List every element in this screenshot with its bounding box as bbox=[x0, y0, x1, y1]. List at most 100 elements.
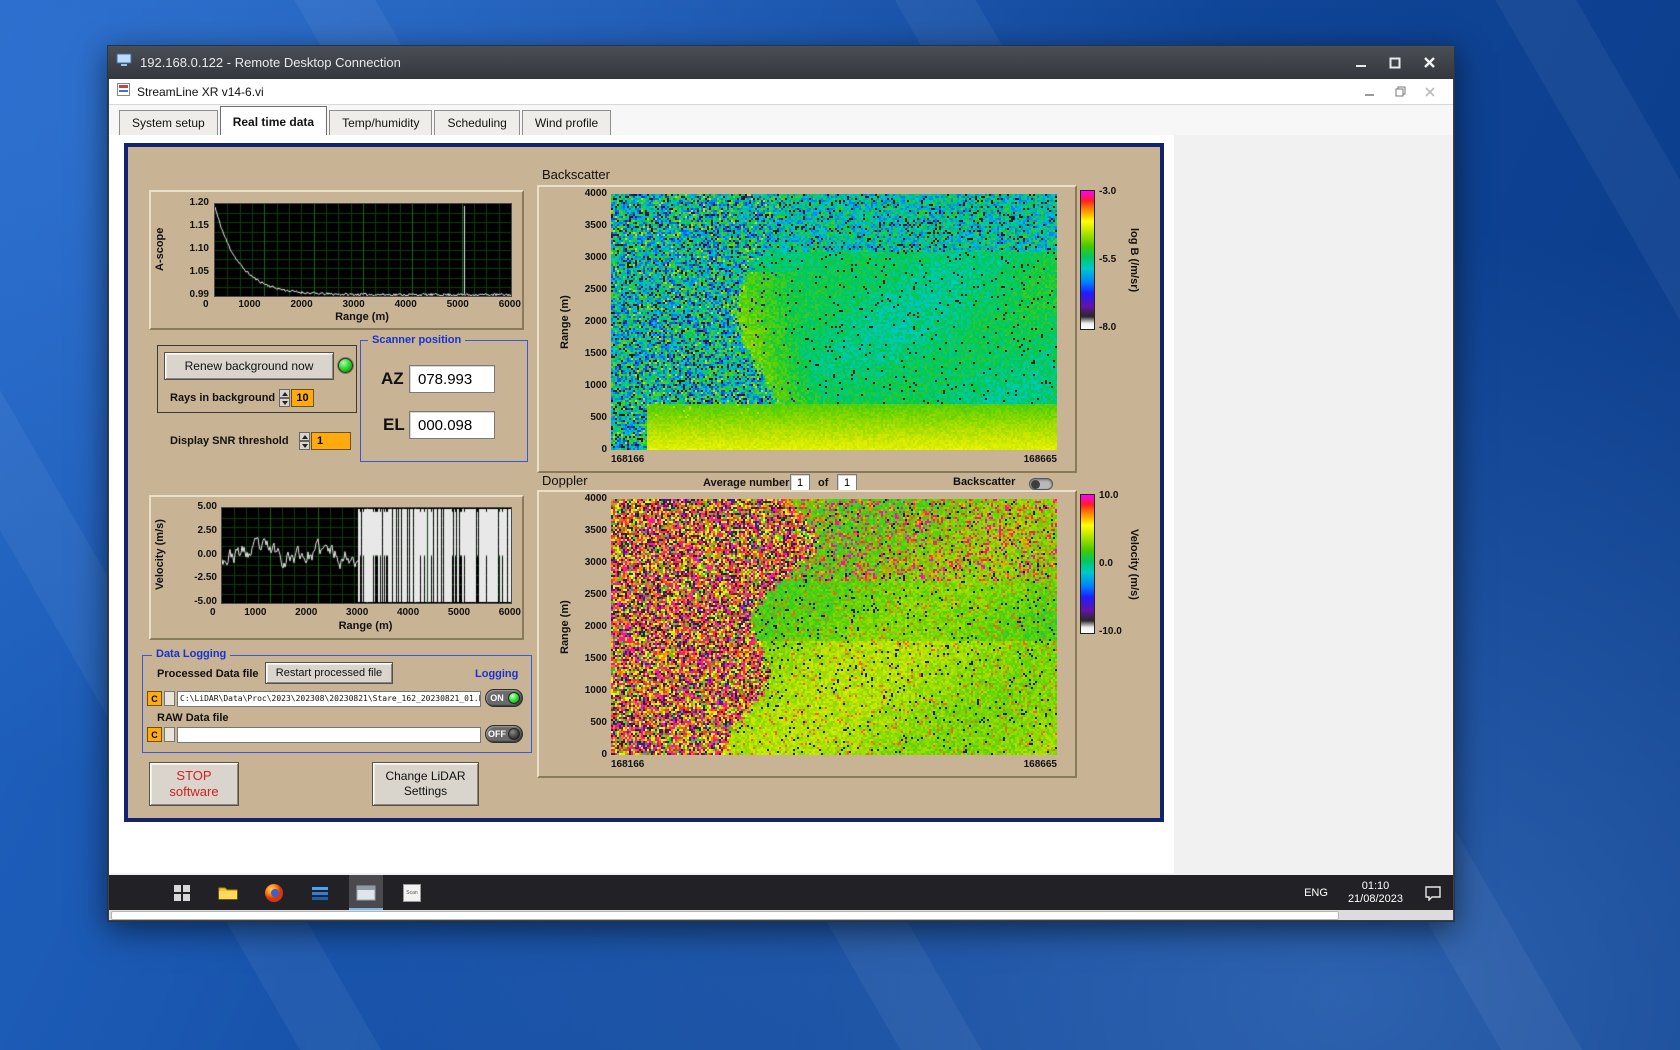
raw-logging-toggle[interactable]: OFF bbox=[485, 725, 523, 743]
tick-label: 1500 bbox=[584, 653, 607, 664]
el-label: EL bbox=[383, 415, 405, 434]
velocity-x-axis-label: Range (m) bbox=[338, 620, 393, 632]
app-titlebar[interactable]: StreamLine XR v14-6.vi bbox=[109, 79, 1453, 105]
file-explorer-icon[interactable] bbox=[211, 875, 245, 910]
clock-time: 01:10 bbox=[1361, 879, 1390, 892]
app-restore-button[interactable] bbox=[1385, 82, 1415, 102]
tick-label: 0 bbox=[203, 299, 209, 310]
backscatter-toggle-label: Backscatter bbox=[953, 476, 1016, 488]
tick-label: 1000 bbox=[584, 685, 607, 696]
start-button[interactable] bbox=[165, 875, 199, 910]
tick-label: 0 bbox=[601, 749, 607, 760]
tick-label: 1000 bbox=[584, 380, 607, 391]
stop-software-button[interactable]: STOP software bbox=[149, 762, 239, 806]
tick-label: 2500 bbox=[584, 589, 607, 600]
rdp-minimize-button[interactable] bbox=[1344, 51, 1378, 75]
tab-system-setup[interactable]: System setup bbox=[119, 110, 218, 135]
tab-scheduling[interactable]: Scheduling bbox=[434, 110, 520, 135]
tab-real-time-data[interactable]: Real time data bbox=[219, 106, 328, 135]
app-window-title: StreamLine XR v14-6.vi bbox=[137, 84, 264, 99]
renew-background-button[interactable]: Renew background now bbox=[164, 352, 334, 380]
scanner-position-group: AZ 078.993 EL 000.098 bbox=[360, 340, 528, 462]
tab-wind-profile[interactable]: Wind profile bbox=[521, 110, 612, 135]
processed-path-field[interactable]: C:\LiDAR\Data\Proc\2023\202308\20230821\… bbox=[177, 691, 481, 707]
average-count-field[interactable]: 1 bbox=[837, 474, 857, 491]
average-number-field[interactable]: 1 bbox=[790, 474, 810, 491]
rays-spinner bbox=[279, 389, 290, 407]
backscatter-y-axis-label: Range (m) bbox=[559, 295, 571, 349]
tick-label: 4000 bbox=[396, 607, 420, 618]
on-led-icon bbox=[508, 692, 520, 704]
processed-drive-icon[interactable]: C bbox=[147, 691, 162, 706]
tick-label: 2500 bbox=[584, 284, 607, 295]
processed-browse-icon[interactable] bbox=[164, 691, 175, 706]
off-label: OFF bbox=[488, 729, 506, 739]
tick-label: 2000 bbox=[584, 316, 607, 327]
doppler-cbar-tick-mid: 0.0 bbox=[1099, 558, 1113, 569]
tick-label: 4000 bbox=[584, 493, 607, 504]
snr-value-field[interactable]: 1 bbox=[311, 432, 351, 450]
language-indicator[interactable]: ENG bbox=[1294, 887, 1338, 899]
off-led-icon bbox=[508, 728, 520, 740]
snr-increment-button[interactable] bbox=[299, 432, 310, 441]
on-label: ON bbox=[490, 693, 504, 703]
notification-icon[interactable] bbox=[1413, 875, 1453, 910]
el-value-field[interactable]: 000.098 bbox=[409, 411, 495, 439]
rays-decrement-button[interactable] bbox=[279, 398, 290, 407]
doppler-graph-frame: Range (m) 4000 3500 3000 2500 2000 1500 1000 50… bbox=[537, 490, 1077, 778]
tick-label: 1.15 bbox=[189, 220, 209, 231]
app-minimize-button[interactable] bbox=[1355, 82, 1385, 102]
doppler-y-axis-label: Range (m) bbox=[559, 600, 571, 654]
backscatter-display-toggle[interactable] bbox=[1029, 478, 1053, 490]
rays-in-background-label: Rays in background bbox=[170, 392, 276, 404]
tick-label: 5.00 bbox=[197, 501, 217, 512]
backscatter-cbar-tick-mid: -5.5 bbox=[1099, 254, 1117, 265]
front-panel-background bbox=[1174, 135, 1453, 873]
raw-browse-icon[interactable] bbox=[164, 727, 175, 742]
data-logging-group: Processed Data file Restart processed fi… bbox=[142, 655, 532, 753]
rdp-titlebar[interactable]: 192.168.0.122 - Remote Desktop Connectio… bbox=[108, 46, 1454, 79]
tick-label: 5000 bbox=[446, 299, 469, 310]
raw-path-field[interactable] bbox=[177, 727, 481, 743]
velocity-graph-frame: Velocity (m/s) 5.00 2.50 0.00 -2.50 -5.00 0 1… bbox=[149, 495, 524, 640]
firefox-icon[interactable] bbox=[257, 875, 291, 910]
tick-label: 1.10 bbox=[189, 243, 209, 254]
rdp-maximize-button[interactable] bbox=[1378, 51, 1412, 75]
tick-label: 3000 bbox=[346, 607, 369, 618]
app-close-button[interactable] bbox=[1415, 82, 1445, 102]
snr-decrement-button[interactable] bbox=[299, 441, 310, 450]
rdp-window-title: 192.168.0.122 - Remote Desktop Connectio… bbox=[140, 55, 401, 70]
processed-logging-toggle[interactable]: ON bbox=[485, 689, 523, 707]
clock-date: 21/08/2023 bbox=[1347, 892, 1403, 905]
scrollbar-thumb[interactable] bbox=[111, 911, 1339, 920]
change-button-line1: Change LiDAR bbox=[385, 769, 466, 783]
taskbar: Scan ENG 01:10 21/08/2023 bbox=[109, 875, 1453, 910]
tick-label: 2000 bbox=[584, 621, 607, 632]
backscatter-x-start: 168166 bbox=[611, 454, 645, 465]
tick-label: 6000 bbox=[498, 299, 521, 310]
doppler-cbar-tick-min: -10.0 bbox=[1099, 626, 1122, 637]
clock[interactable]: 01:10 21/08/2023 bbox=[1338, 880, 1413, 906]
taskbar-tray: ENG 01:10 21/08/2023 bbox=[1294, 875, 1453, 910]
backscatter-x-end: 168665 bbox=[1023, 454, 1057, 465]
scan-utility-icon[interactable]: Scan bbox=[395, 875, 429, 910]
streamline-app-icon[interactable] bbox=[349, 875, 383, 910]
az-value-field[interactable]: 078.993 bbox=[409, 365, 495, 393]
restart-processed-file-button[interactable]: Restart processed file bbox=[265, 662, 393, 684]
rays-increment-button[interactable] bbox=[279, 389, 290, 398]
raw-data-file-label: RAW Data file bbox=[157, 712, 229, 724]
background-group: Renew background now Rays in background … bbox=[157, 345, 357, 413]
change-lidar-settings-button[interactable]: Change LiDAR Settings bbox=[372, 762, 479, 806]
raw-drive-icon[interactable]: C bbox=[147, 727, 162, 742]
rdp-horizontal-scrollbar[interactable] bbox=[109, 910, 1453, 920]
tick-label: 500 bbox=[590, 717, 607, 728]
tab-bar: System setup Real time data Temp/humidit… bbox=[109, 105, 1453, 135]
tick-label: 1.05 bbox=[189, 266, 209, 277]
velocity-y-ticks: 5.00 2.50 0.00 -2.50 -5.00 bbox=[179, 502, 217, 607]
rdp-close-button[interactable] bbox=[1412, 51, 1446, 75]
terminal-app-icon[interactable] bbox=[303, 875, 337, 910]
tab-temp-humidity[interactable]: Temp/humidity bbox=[329, 110, 433, 135]
snr-threshold-label: Display SNR threshold bbox=[170, 435, 289, 447]
tick-label: 3000 bbox=[342, 299, 365, 310]
rays-value-field[interactable]: 10 bbox=[291, 389, 314, 407]
